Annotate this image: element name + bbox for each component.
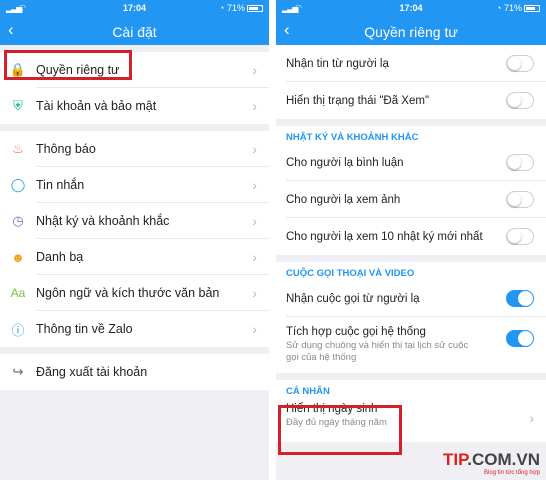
- status-bar: ▂▃▅ ◠ 17:04 ◔ 71%: [0, 0, 269, 17]
- setting-label: Nhận cuộc gọi từ người lạ: [286, 292, 420, 305]
- app-bar: ‹ Cài đặt: [0, 17, 269, 45]
- settings-item-contacts[interactable]: ☻ Danh bạ ›: [0, 239, 269, 275]
- settings-screen: ▂▃▅ ◠ 17:04 ◔ 71% ‹ Cài đặt 🔒 Quyền riên…: [0, 0, 269, 480]
- logout-label: Đăng xuất tài khoản: [36, 365, 148, 379]
- toggle-switch[interactable]: [506, 191, 534, 208]
- setting-label: Cho người lạ bình luận: [286, 156, 404, 169]
- settings-item-label: Tin nhắn: [36, 178, 85, 192]
- settings-item-label: Danh bạ: [36, 250, 84, 264]
- shield-icon: ⛨: [13, 98, 23, 113]
- settings-item-label: Nhật ký và khoảnh khắc: [36, 214, 170, 228]
- settings-item-label: Thông báo: [36, 142, 96, 156]
- chevron-right-icon: ›: [252, 321, 257, 337]
- setting-strangers-view-photos: Cho người lạ xem ảnh: [276, 181, 546, 218]
- logout-button[interactable]: ↪ Đăng xuất tài khoản: [0, 354, 269, 390]
- bell-icon: ♨: [12, 141, 24, 156]
- settings-item-label: Tài khoản và bảo mật: [36, 99, 157, 113]
- toggle-switch[interactable]: [506, 290, 534, 307]
- privacy-screen: ▂▃▅ ◠ 17:04 ◔ 71% ‹ Quyền riêng tư Nhận …: [276, 0, 546, 480]
- page-title: Quyền riêng tư: [364, 24, 458, 40]
- highlight-box: [278, 405, 402, 455]
- toggle-switch[interactable]: [506, 55, 534, 72]
- settings-item-about[interactable]: ⓘ Thông tin về Zalo ›: [0, 311, 269, 347]
- alarm-icon: ◔: [219, 3, 225, 13]
- setting-strangers-comment: Cho người lạ bình luận: [276, 144, 546, 181]
- settings-item-label: Ngôn ngữ và kích thước văn bản: [36, 286, 220, 300]
- chevron-right-icon: ›: [252, 141, 257, 157]
- watermark-domain: .COM.VN: [467, 450, 540, 469]
- chevron-right-icon: ›: [252, 177, 257, 193]
- person-icon: ☻: [11, 249, 25, 265]
- battery-percent: 71%: [503, 3, 522, 13]
- battery-indicator: ◔ 71%: [219, 3, 263, 13]
- section-header-calls: CUỘC GỌI THOẠI VÀ VIDEO: [276, 262, 546, 280]
- battery-icon: [247, 5, 263, 12]
- page-title: Cài đặt: [112, 24, 157, 40]
- clock-icon: ◷: [12, 213, 24, 228]
- setting-label: Hiển thị trạng thái "Đã Xem": [286, 94, 430, 107]
- settings-item-label: Thông tin về Zalo: [36, 322, 133, 336]
- section-header-personal: CÁ NHÂN: [276, 380, 546, 398]
- setting-label: Cho người lạ xem ảnh: [286, 193, 401, 206]
- setting-system-call-integration: Tích hợp cuộc gọi hệ thống Sử dụng chuôn…: [276, 317, 546, 373]
- setting-receive-calls-strangers: Nhận cuộc gọi từ người lạ: [276, 280, 546, 317]
- chevron-right-icon: ›: [252, 213, 257, 229]
- battery-indicator: ◔ 71%: [496, 3, 540, 13]
- chevron-right-icon: ›: [529, 410, 534, 426]
- info-icon: ⓘ: [11, 322, 25, 338]
- chevron-right-icon: ›: [252, 98, 257, 114]
- toggle-switch[interactable]: [506, 154, 534, 171]
- setting-label: Nhận tin từ người lạ: [286, 57, 389, 70]
- alarm-icon: ◔: [496, 3, 502, 13]
- chat-icon: ◯: [10, 177, 26, 192]
- logout-icon: ↪: [12, 364, 24, 379]
- settings-item-messages[interactable]: ◯ Tin nhắn ›: [0, 167, 269, 203]
- settings-item-notifications[interactable]: ♨ Thông báo ›: [0, 131, 269, 167]
- toggle-switch[interactable]: [506, 330, 534, 347]
- watermark-tip: TIP: [443, 450, 468, 469]
- settings-item-account-security[interactable]: ⛨ Tài khoản và bảo mật ›: [0, 88, 269, 124]
- toggle-switch[interactable]: [506, 228, 534, 245]
- app-bar: ‹ Quyền riêng tư: [276, 17, 546, 45]
- chevron-right-icon: ›: [252, 249, 257, 265]
- setting-description: Sử dụng chuông và hiển thị tại lịch sử c…: [286, 340, 469, 363]
- chevron-right-icon: ›: [252, 285, 257, 301]
- chevron-right-icon: ›: [252, 62, 257, 78]
- highlight-box: [4, 50, 132, 80]
- setting-strangers-view-diary: Cho người lạ xem 10 nhật ký mới nhất: [276, 218, 546, 255]
- settings-item-language[interactable]: Aa Ngôn ngữ và kích thước văn bản ›: [0, 275, 269, 311]
- setting-label: Cho người lạ xem 10 nhật ký mới nhất: [286, 230, 483, 243]
- setting-receive-msg-strangers: Nhận tin từ người lạ: [276, 45, 546, 82]
- text-size-icon: Aa: [10, 286, 26, 300]
- setting-show-seen-status: Hiển thị trạng thái "Đã Xem": [276, 82, 546, 119]
- watermark-logo: TIP.COM.VN Blog tin tức tổng hợp: [443, 451, 540, 476]
- watermark-tagline: Blog tin tức tổng hợp: [484, 470, 540, 476]
- status-bar: ▂▃▅ ◠ 17:04 ◔ 71%: [276, 0, 546, 17]
- toggle-switch[interactable]: [506, 92, 534, 109]
- battery-icon: [524, 5, 540, 12]
- setting-label: Tích hợp cuộc gọi hệ thống: [286, 326, 426, 338]
- battery-percent: 71%: [226, 3, 245, 13]
- section-header-diary: NHẬT KÝ VÀ KHOẢNH KHẮC: [276, 126, 546, 144]
- settings-item-diary[interactable]: ◷ Nhật ký và khoảnh khắc ›: [0, 203, 269, 239]
